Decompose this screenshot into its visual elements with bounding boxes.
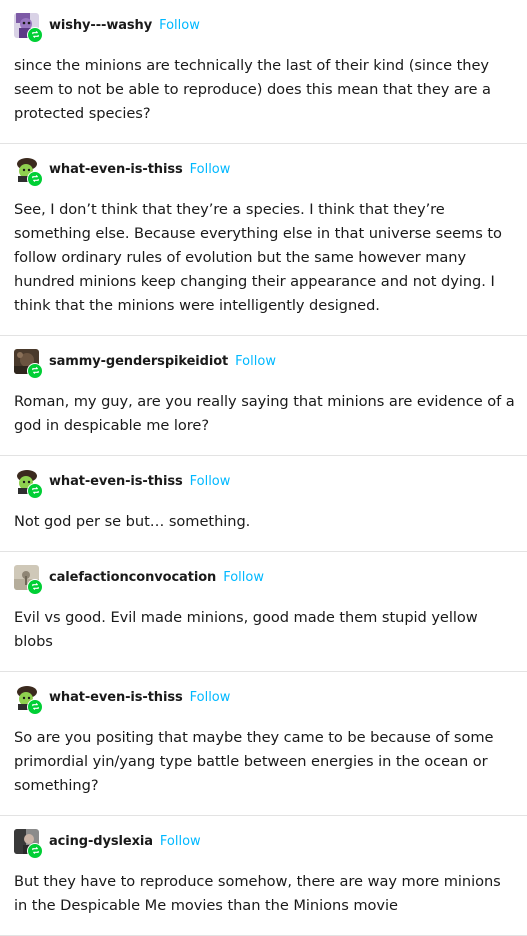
reblog-post: wishy---washy Follow since the minions a… — [0, 0, 527, 144]
follow-button[interactable]: Follow — [235, 354, 276, 369]
post-header: acing-dyslexia Follow — [14, 828, 517, 859]
follow-button[interactable]: Follow — [160, 834, 201, 849]
post-username[interactable]: sammy-genderspikeidiot — [49, 354, 228, 369]
post-username[interactable]: what-even-is-thiss — [49, 690, 183, 705]
post-username[interactable]: wishy---washy — [49, 18, 152, 33]
avatar[interactable] — [14, 684, 43, 715]
post-header: calefactionconvocation Follow — [14, 564, 517, 595]
follow-button[interactable]: Follow — [223, 570, 264, 585]
post-header: what-even-is-thiss Follow — [14, 468, 517, 499]
post-body: Roman, my guy, are you really saying tha… — [14, 393, 515, 434]
follow-button[interactable]: Follow — [159, 18, 200, 33]
reblog-icon — [27, 26, 43, 43]
post-username[interactable]: what-even-is-thiss — [49, 162, 183, 177]
reblog-icon — [27, 362, 43, 379]
reblog-post: calefactionconvocation Follow Evil vs go… — [0, 552, 527, 672]
follow-button[interactable]: Follow — [190, 162, 231, 177]
post-body: since the minions are technically the la… — [14, 57, 491, 122]
post-username[interactable]: calefactionconvocation — [49, 570, 216, 585]
post-username[interactable]: acing-dyslexia — [49, 834, 153, 849]
reblog-post: what-even-is-thiss Follow So are you pos… — [0, 672, 527, 816]
avatar[interactable] — [14, 564, 43, 595]
post-header: what-even-is-thiss Follow — [14, 684, 517, 715]
follow-button[interactable]: Follow — [190, 690, 231, 705]
post-body: Not god per se but… something. — [14, 513, 251, 530]
post-header: sammy-genderspikeidiot Follow — [14, 348, 517, 379]
reblog-post: what-even-is-thiss Follow Not god per se… — [0, 456, 527, 552]
reblog-icon — [27, 170, 43, 187]
reblog-post: acing-dyslexia Follow But they have to r… — [0, 816, 527, 936]
avatar[interactable] — [14, 828, 43, 859]
reblog-icon — [27, 842, 43, 859]
post-header: wishy---washy Follow — [14, 12, 517, 43]
avatar[interactable] — [14, 348, 43, 379]
follow-button[interactable]: Follow — [190, 474, 231, 489]
avatar[interactable] — [14, 12, 43, 43]
reblog-icon — [27, 698, 43, 715]
post-header: what-even-is-thiss Follow — [14, 156, 517, 187]
reblog-icon — [27, 482, 43, 499]
reblog-post: what-even-is-thiss Follow See, I don’t t… — [0, 144, 527, 336]
post-body: See, I don’t think that they’re a specie… — [14, 201, 502, 314]
post-body: Evil vs good. Evil made minions, good ma… — [14, 609, 478, 650]
post-username[interactable]: what-even-is-thiss — [49, 474, 183, 489]
reblog-icon — [27, 578, 43, 595]
post-body: But they have to reproduce somehow, ther… — [14, 873, 501, 914]
post-body: So are you positing that maybe they came… — [14, 729, 494, 794]
reblog-post: sammy-genderspikeidiot Follow Roman, my … — [0, 336, 527, 456]
avatar[interactable] — [14, 468, 43, 499]
reblog-thread: wishy---washy Follow since the minions a… — [0, 0, 527, 936]
avatar[interactable] — [14, 156, 43, 187]
